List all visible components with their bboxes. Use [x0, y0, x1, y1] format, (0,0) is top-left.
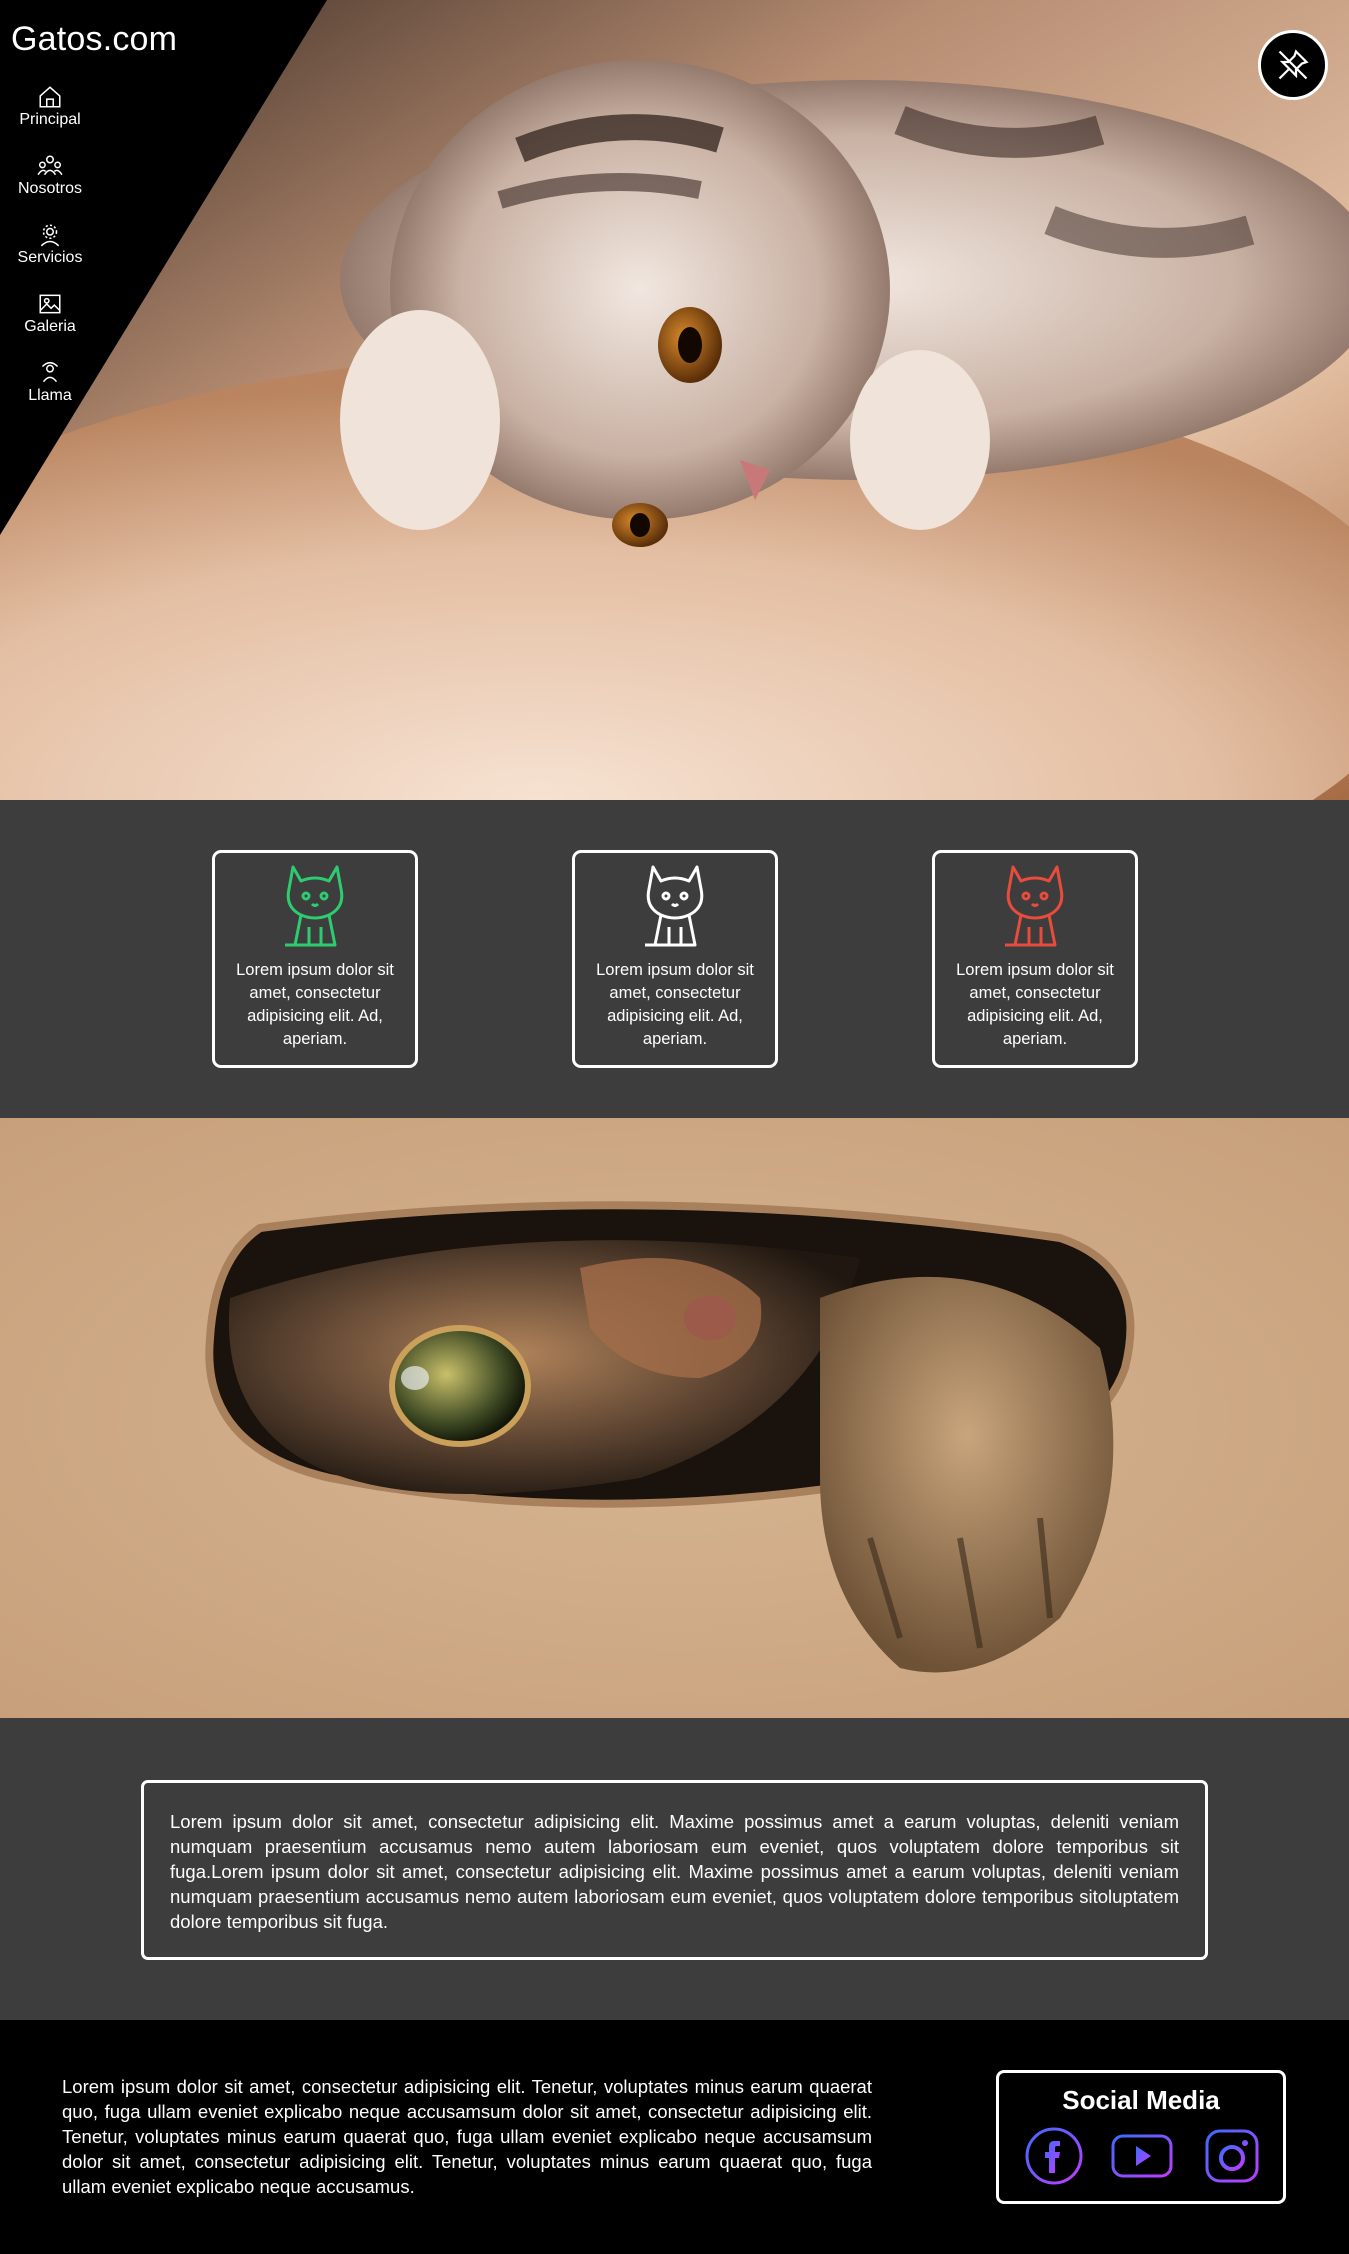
hero-section: Gatos.com Principal Nosotros Servicios G…	[0, 0, 1349, 800]
site-logo[interactable]: Gatos.com	[11, 20, 177, 59]
nav-label: Galeria	[24, 318, 76, 335]
social-media-title: Social Media	[1062, 2085, 1220, 2115]
settings-icon	[40, 224, 60, 247]
pin-icon	[1278, 49, 1309, 80]
cat-icon	[1005, 865, 1064, 947]
nav-item-nosotros[interactable]: Nosotros	[0, 153, 100, 222]
instagram-icon[interactable]	[1199, 2123, 1265, 2189]
cat-in-box-photo	[0, 1118, 1349, 1718]
social-icons	[999, 2123, 1283, 2189]
call-icon	[41, 361, 59, 383]
nav-item-galeria[interactable]: Galeria	[0, 291, 100, 360]
team-icon	[37, 155, 63, 176]
nav-label: Servicios	[17, 249, 83, 266]
feature-card-text: Lorem ipsum dolor sit amet, consectetur …	[236, 961, 394, 1048]
cat-icon	[285, 865, 344, 947]
feature-card: Lorem ipsum dolor sit amet, consectetur …	[572, 850, 778, 1068]
home-icon	[39, 86, 61, 108]
text-section: Lorem ipsum dolor sit amet, consectetur …	[0, 1718, 1349, 2020]
feature-card-text: Lorem ipsum dolor sit amet, consectetur …	[956, 961, 1114, 1048]
footer-text: Lorem ipsum dolor sit amet, consectetur …	[62, 2076, 872, 2197]
nav-item-servicios[interactable]: Servicios	[0, 222, 100, 291]
side-nav: Principal Nosotros Servicios Galeria Lla…	[0, 84, 100, 429]
nav-label: Llama	[28, 387, 72, 404]
nav-item-principal[interactable]: Principal	[0, 84, 100, 153]
feature-card-text: Lorem ipsum dolor sit amet, consectetur …	[596, 961, 754, 1048]
youtube-icon[interactable]	[1109, 2123, 1175, 2189]
nav-label: Nosotros	[17, 180, 83, 197]
cat-icon	[645, 865, 704, 947]
features-section: Lorem ipsum dolor sit amet, consectetur …	[0, 800, 1349, 1118]
feature-card: Lorem ipsum dolor sit amet, consectetur …	[932, 850, 1138, 1068]
pin-button[interactable]	[1258, 30, 1328, 100]
gallery-icon	[39, 294, 61, 314]
text-box: Lorem ipsum dolor sit amet, consectetur …	[141, 1780, 1208, 1960]
facebook-icon[interactable]	[1021, 2123, 1087, 2189]
nav-label: Principal	[19, 111, 81, 128]
social-media-box: Social Media	[996, 2070, 1286, 2204]
footer: Lorem ipsum dolor sit amet, consectetur …	[0, 2020, 1349, 2254]
nav-item-llama[interactable]: Llama	[0, 360, 100, 429]
feature-card: Lorem ipsum dolor sit amet, consectetur …	[212, 850, 418, 1068]
